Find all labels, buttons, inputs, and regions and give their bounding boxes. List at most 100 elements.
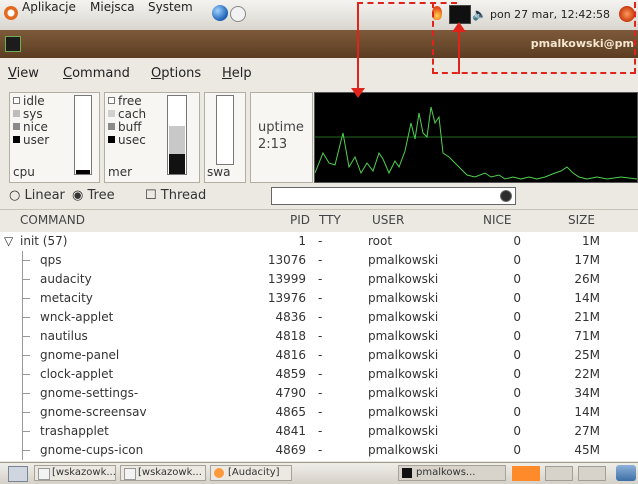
annotation-box	[432, 2, 636, 74]
cell-command: clock-applet	[40, 367, 114, 381]
cell-pid: 4859	[275, 367, 306, 381]
cell-tty: -	[318, 272, 323, 286]
table-row[interactable]: gnome-settings- 4790- pmalkowski 0 34M	[0, 384, 638, 403]
table-row[interactable]: gnome-cups-icon 4869- pmalkowski 0 45M	[0, 441, 638, 460]
globe-icon[interactable]	[212, 5, 228, 21]
distro-logo-icon[interactable]	[4, 6, 18, 20]
col-nice[interactable]: NICE	[483, 213, 511, 227]
window-icon[interactable]	[5, 36, 21, 52]
process-table[interactable]: ▽ init (57) 1- root 0 1M qps 13076- pmalkowski 0 1…	[0, 232, 638, 461]
clear-search-icon[interactable]	[500, 190, 512, 202]
cell-pid: 4841	[275, 424, 306, 438]
email-icon[interactable]	[230, 6, 246, 22]
table-row[interactable]: trashapplet 4841- pmalkowski 0 27M	[0, 422, 638, 441]
col-size[interactable]: SIZE	[568, 213, 595, 227]
menu-options-mnemonic: O	[151, 66, 162, 81]
table-row[interactable]: metacity 13976- pmalkowski 0 14M	[0, 289, 638, 308]
workspace-2[interactable]	[545, 466, 573, 481]
cpu-legend: idle sys nice user	[13, 95, 49, 147]
show-desktop-icon[interactable]	[8, 466, 28, 482]
cell-tty: -	[318, 386, 323, 400]
cell-tty: -	[318, 367, 323, 381]
taskbar-item-2[interactable]: [wskazowk...	[120, 465, 206, 481]
cell-pid: 4836	[275, 310, 306, 324]
cell-nice: 0	[513, 367, 521, 381]
cell-command: init (57)	[20, 234, 68, 248]
cell-tty: -	[318, 424, 323, 438]
checkbox-thread[interactable]: ☐ Thread	[145, 188, 206, 203]
cell-nice: 0	[513, 443, 521, 457]
cell-tty: -	[318, 310, 323, 324]
cell-pid: 4869	[275, 443, 306, 457]
taskbar-item-audacity[interactable]: [Audacity]	[210, 465, 292, 481]
cell-command: gnome-settings-	[40, 386, 139, 400]
mem-bar	[167, 95, 187, 175]
cpu-label: cpu	[13, 165, 35, 179]
load-graph-plot	[314, 106, 638, 180]
cell-nice: 0	[513, 234, 521, 248]
tree-branch	[22, 450, 30, 451]
cell-size: 71M	[574, 329, 600, 343]
annotation-arrowhead-up	[452, 22, 466, 32]
table-row[interactable]: nautilus 4818- pmalkowski 0 71M	[0, 327, 638, 346]
cell-nice: 0	[513, 253, 521, 267]
cell-nice: 0	[513, 424, 521, 438]
cell-command: nautilus	[40, 329, 88, 343]
table-row[interactable]: audacity 13999- pmalkowski 0 26M	[0, 270, 638, 289]
tree-branch	[22, 279, 30, 280]
tree-branch	[22, 336, 30, 337]
search-input[interactable]	[271, 187, 516, 205]
mem-legend-used: usec	[108, 134, 146, 147]
menu-system[interactable]: System	[148, 0, 193, 14]
menu-options[interactable]: Options	[151, 66, 201, 81]
expand-toggle-icon[interactable]: ▽	[4, 234, 13, 248]
menu-view-mnemonic: V	[8, 66, 17, 81]
cell-nice: 0	[513, 272, 521, 286]
cell-size: 27M	[574, 424, 600, 438]
menu-command-label: ommand	[72, 66, 130, 81]
menu-command[interactable]: Command	[63, 66, 130, 81]
workspace-1[interactable]	[512, 466, 540, 481]
menu-options-label: ptions	[161, 66, 202, 81]
taskbar-item-1[interactable]: [wskazowk...	[34, 465, 116, 481]
menu-aplikacje[interactable]: Aplikacje	[22, 0, 76, 14]
cell-command: gnome-cups-icon	[40, 443, 144, 457]
cell-user: pmalkowski	[368, 443, 439, 457]
table-row[interactable]: gnome-screensav 4865- pmalkowski 0 14M	[0, 403, 638, 422]
menu-view[interactable]: View	[8, 66, 39, 81]
table-row[interactable]: clock-applet 4859- pmalkowski 0 22M	[0, 365, 638, 384]
radio-tree[interactable]: ◉ Tree	[72, 188, 115, 203]
table-row[interactable]: qps 13076- pmalkowski 0 17M	[0, 251, 638, 270]
cell-nice: 0	[513, 291, 521, 305]
cell-size: 34M	[574, 386, 600, 400]
cell-size: 17M	[574, 253, 600, 267]
col-pid[interactable]: PID	[290, 213, 310, 227]
cell-pid: 13976	[267, 291, 306, 305]
trash-icon[interactable]	[616, 465, 636, 481]
cell-size: 14M	[574, 405, 600, 419]
menu-help[interactable]: Help	[222, 66, 252, 81]
menu-command-mnemonic: C	[63, 66, 73, 81]
cell-size: 22M	[574, 367, 600, 381]
table-row[interactable]: wnck-applet 4836- pmalkowski 0 21M	[0, 308, 638, 327]
col-command[interactable]: COMMAND	[20, 213, 85, 227]
cell-nice: 0	[513, 386, 521, 400]
taskbar-item-terminal[interactable]: pmalkows...	[398, 465, 506, 481]
radio-linear[interactable]: ○ Linear	[9, 188, 65, 203]
swap-bar	[216, 95, 234, 165]
mem-label: mer	[108, 165, 133, 179]
menu-help-mnemonic: H	[222, 66, 232, 81]
cell-command: wnck-applet	[40, 310, 114, 324]
cell-user: root	[368, 234, 393, 248]
cell-pid: 1	[298, 234, 306, 248]
workspace-3[interactable]	[578, 466, 606, 481]
table-row[interactable]: ▽ init (57) 1- root 0 1M	[0, 232, 638, 251]
cpu-bar	[74, 95, 92, 175]
table-row[interactable]: gnome-panel 4816- pmalkowski 0 25M	[0, 346, 638, 365]
menu-miejsca[interactable]: Miejsca	[90, 0, 135, 14]
col-user[interactable]: USER	[372, 213, 404, 227]
col-tty[interactable]: TTY	[319, 213, 341, 227]
cell-tty: -	[318, 234, 323, 248]
cell-user: pmalkowski	[368, 329, 439, 343]
cell-size: 25M	[574, 348, 600, 362]
